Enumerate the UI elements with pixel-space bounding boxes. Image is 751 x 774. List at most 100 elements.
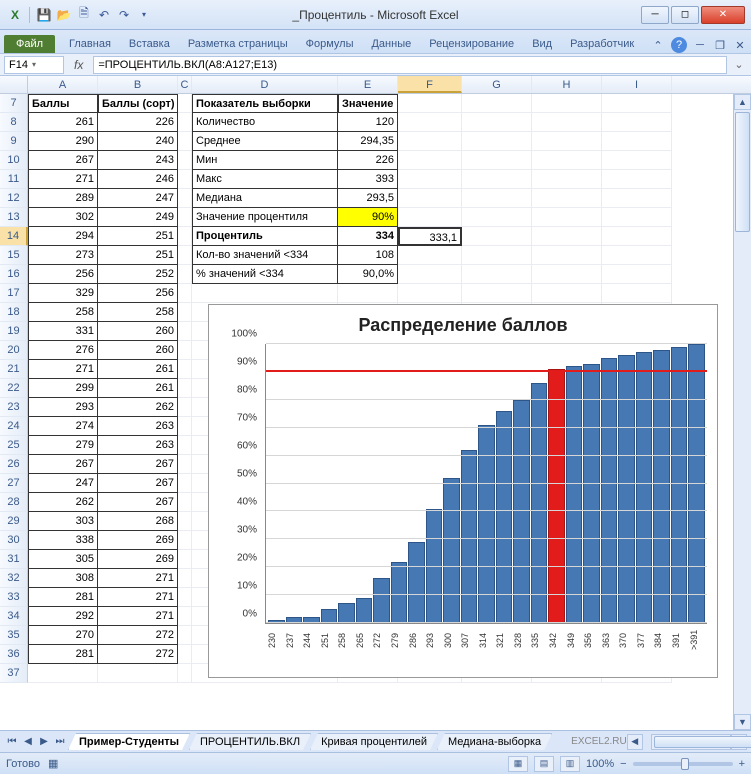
col-header-D[interactable]: D bbox=[192, 76, 338, 93]
col-header-E[interactable]: E bbox=[338, 76, 398, 93]
cell-D13[interactable]: Значение процентиля bbox=[192, 208, 338, 227]
cell-I10[interactable] bbox=[602, 151, 672, 170]
new-icon[interactable]: 🗎 bbox=[75, 6, 93, 24]
cell-A8[interactable]: 261 bbox=[28, 113, 98, 132]
cell-D7[interactable]: Показатель выборки bbox=[192, 94, 338, 113]
cell-C14[interactable] bbox=[178, 227, 192, 246]
tab-nav-next-icon[interactable]: ▶ bbox=[36, 734, 52, 750]
cell-B18[interactable]: 258 bbox=[98, 303, 178, 322]
undo-icon[interactable]: ↶ bbox=[95, 6, 113, 24]
cell-A31[interactable]: 305 bbox=[28, 550, 98, 569]
cell-G12[interactable] bbox=[462, 189, 532, 208]
close-button[interactable]: ✕ bbox=[701, 6, 745, 24]
cell-C34[interactable] bbox=[178, 607, 192, 626]
cell-E9[interactable]: 294,35 bbox=[338, 132, 398, 151]
cell-H7[interactable] bbox=[532, 94, 602, 113]
cell-B16[interactable]: 252 bbox=[98, 265, 178, 284]
cell-B13[interactable]: 249 bbox=[98, 208, 178, 227]
cell-A35[interactable]: 270 bbox=[28, 626, 98, 645]
row-header[interactable]: 25 bbox=[0, 436, 28, 455]
workbook-restore-icon[interactable]: ❐ bbox=[713, 38, 727, 52]
cell-F7[interactable] bbox=[398, 94, 462, 113]
cell-B15[interactable]: 251 bbox=[98, 246, 178, 265]
cell-C16[interactable] bbox=[178, 265, 192, 284]
cell-B26[interactable]: 267 bbox=[98, 455, 178, 474]
cell-A19[interactable]: 331 bbox=[28, 322, 98, 341]
cell-C15[interactable] bbox=[178, 246, 192, 265]
cell-B23[interactable]: 262 bbox=[98, 398, 178, 417]
cell-B32[interactable]: 271 bbox=[98, 569, 178, 588]
cell-H17[interactable] bbox=[532, 284, 602, 303]
cell-A22[interactable]: 299 bbox=[28, 379, 98, 398]
cell-F16[interactable] bbox=[398, 265, 462, 284]
redo-icon[interactable]: ↷ bbox=[115, 6, 133, 24]
row-header[interactable]: 23 bbox=[0, 398, 28, 417]
cell-G13[interactable] bbox=[462, 208, 532, 227]
cell-H9[interactable] bbox=[532, 132, 602, 151]
cell-A14[interactable]: 294 bbox=[28, 227, 98, 246]
row-header[interactable]: 27 bbox=[0, 474, 28, 493]
cell-C8[interactable] bbox=[178, 113, 192, 132]
cell-D17[interactable] bbox=[192, 284, 338, 303]
zoom-out-icon[interactable]: − bbox=[620, 758, 626, 770]
col-header-H[interactable]: H bbox=[532, 76, 602, 93]
row-header[interactable]: 14 bbox=[0, 227, 28, 246]
cell-C10[interactable] bbox=[178, 151, 192, 170]
cell-C31[interactable] bbox=[178, 550, 192, 569]
cell-A20[interactable]: 276 bbox=[28, 341, 98, 360]
cell-D16[interactable]: % значений <334 bbox=[192, 265, 338, 284]
hscroll-thumb[interactable] bbox=[654, 736, 751, 748]
row-header[interactable]: 20 bbox=[0, 341, 28, 360]
ribbon-tab-data[interactable]: Данные bbox=[367, 35, 415, 53]
cell-G15[interactable] bbox=[462, 246, 532, 265]
row-header[interactable]: 22 bbox=[0, 379, 28, 398]
cell-B24[interactable]: 263 bbox=[98, 417, 178, 436]
cell-F17[interactable] bbox=[398, 284, 462, 303]
cell-A27[interactable]: 247 bbox=[28, 474, 98, 493]
cell-A13[interactable]: 302 bbox=[28, 208, 98, 227]
cell-I17[interactable] bbox=[602, 284, 672, 303]
cell-B7[interactable]: Баллы (сорт) bbox=[98, 94, 178, 113]
row-header[interactable]: 34 bbox=[0, 607, 28, 626]
sheet-tab-1[interactable]: ПРОЦЕНТИЛЬ.ВКЛ bbox=[189, 733, 311, 750]
cell-E11[interactable]: 393 bbox=[338, 170, 398, 189]
cell-E17[interactable] bbox=[338, 284, 398, 303]
row-header[interactable]: 26 bbox=[0, 455, 28, 474]
cell-B10[interactable]: 243 bbox=[98, 151, 178, 170]
cell-A12[interactable]: 289 bbox=[28, 189, 98, 208]
cell-H16[interactable] bbox=[532, 265, 602, 284]
cell-C12[interactable] bbox=[178, 189, 192, 208]
view-normal-icon[interactable]: ▦ bbox=[508, 756, 528, 772]
cell-I9[interactable] bbox=[602, 132, 672, 151]
cell-B11[interactable]: 246 bbox=[98, 170, 178, 189]
cell-E12[interactable]: 293,5 bbox=[338, 189, 398, 208]
cell-E10[interactable]: 226 bbox=[338, 151, 398, 170]
scroll-down-icon[interactable]: ▼ bbox=[734, 714, 751, 730]
row-header[interactable]: 36 bbox=[0, 645, 28, 664]
sheet-tab-0[interactable]: Пример-Студенты bbox=[68, 733, 190, 750]
cell-C26[interactable] bbox=[178, 455, 192, 474]
cell-A37[interactable] bbox=[28, 664, 98, 683]
minimize-button[interactable]: ─ bbox=[641, 6, 669, 24]
cell-C20[interactable] bbox=[178, 341, 192, 360]
cell-B36[interactable]: 272 bbox=[98, 645, 178, 664]
sheet-tab-3[interactable]: Медиана-выборка bbox=[437, 733, 552, 750]
cell-B17[interactable]: 256 bbox=[98, 284, 178, 303]
cell-H14[interactable] bbox=[532, 227, 602, 246]
cell-C28[interactable] bbox=[178, 493, 192, 512]
zoom-slider[interactable] bbox=[633, 762, 733, 766]
cell-C7[interactable] bbox=[178, 94, 192, 113]
ribbon-minimize-icon[interactable]: ⌃ bbox=[651, 38, 665, 52]
cell-A7[interactable]: Баллы bbox=[28, 94, 98, 113]
tab-nav-prev-icon[interactable]: ◀ bbox=[20, 734, 36, 750]
ribbon-tab-developer[interactable]: Разработчик bbox=[566, 35, 638, 53]
col-header-A[interactable]: A bbox=[28, 76, 98, 93]
row-header[interactable]: 19 bbox=[0, 322, 28, 341]
cell-B19[interactable]: 260 bbox=[98, 322, 178, 341]
col-header-G[interactable]: G bbox=[462, 76, 532, 93]
zoom-in-icon[interactable]: + bbox=[739, 758, 745, 770]
cell-E8[interactable]: 120 bbox=[338, 113, 398, 132]
chart[interactable]: Распределение баллов 0%10%20%30%40%50%60… bbox=[208, 304, 718, 678]
cell-A11[interactable]: 271 bbox=[28, 170, 98, 189]
cell-B37[interactable] bbox=[98, 664, 178, 683]
